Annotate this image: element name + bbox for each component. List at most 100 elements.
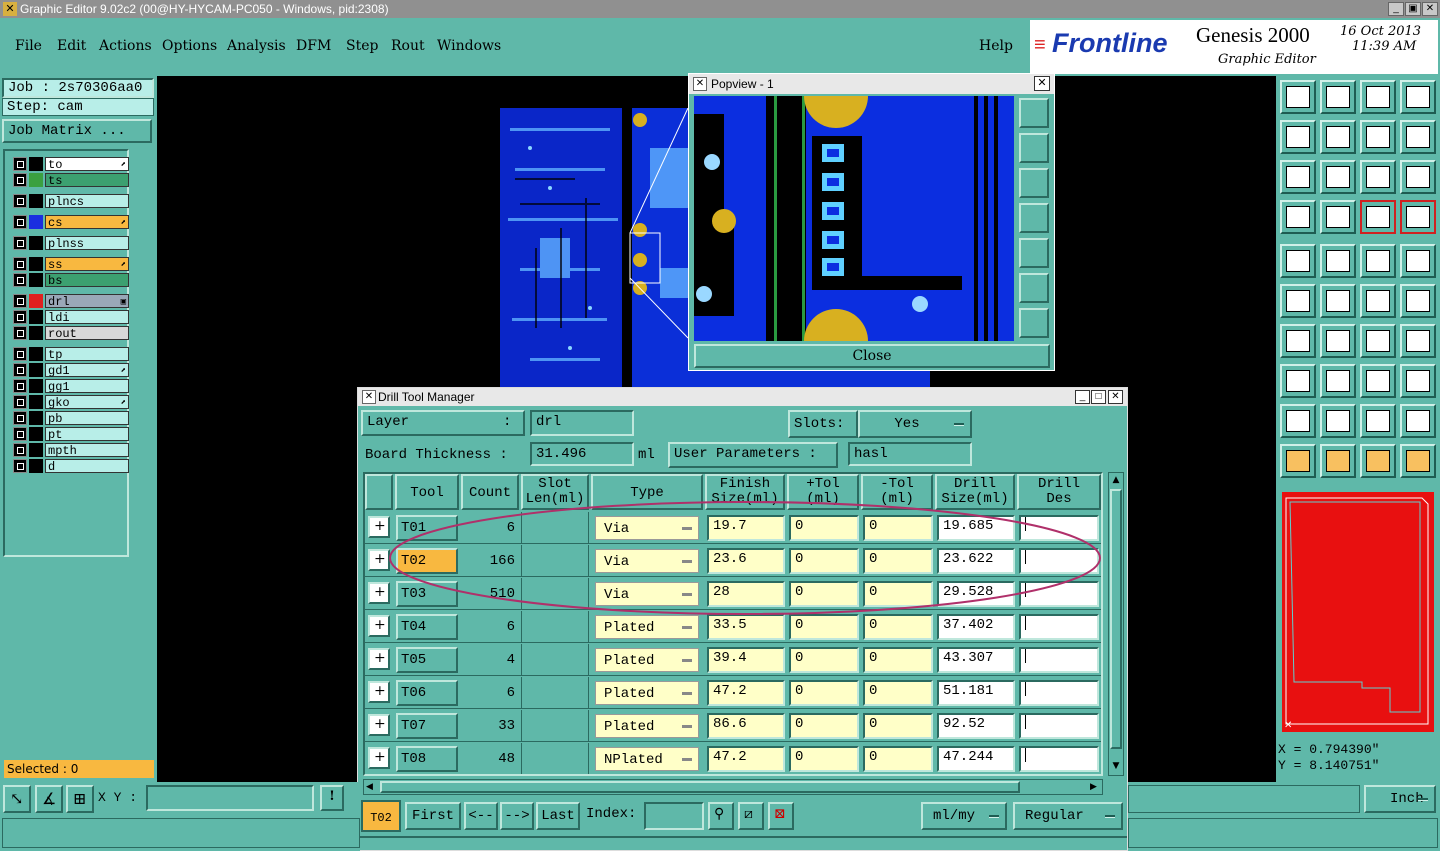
- row-select-icon[interactable]: +: [368, 747, 390, 769]
- home-icon[interactable]: [1360, 80, 1396, 114]
- menu-file[interactable]: File: [15, 38, 42, 54]
- layer-color-swatch[interactable]: [29, 310, 43, 324]
- layer-color-swatch[interactable]: [29, 257, 43, 271]
- layer-name[interactable]: ts: [45, 173, 129, 188]
- dtm-close-icon[interactable]: ✕: [1108, 390, 1123, 404]
- popview-zoom-out-icon[interactable]: [1019, 308, 1049, 338]
- alert-icon[interactable]: !: [320, 785, 344, 811]
- layer-color-swatch[interactable]: [29, 427, 43, 441]
- menu-dfm[interactable]: DFM: [296, 38, 331, 54]
- user-parameters-input[interactable]: hasl: [848, 442, 972, 466]
- scroll-left-icon[interactable]: ◀: [366, 781, 373, 793]
- drill-size-input[interactable]: 51.181: [937, 680, 1015, 706]
- flip-icon[interactable]: [1360, 120, 1396, 154]
- type-select[interactable]: Plated: [595, 681, 699, 705]
- rotate-icon[interactable]: [1400, 120, 1436, 154]
- lock-icon[interactable]: ⚲: [708, 802, 734, 830]
- tool-cell[interactable]: T06: [396, 680, 458, 706]
- popview-zoom-in-icon[interactable]: [1019, 98, 1049, 128]
- layer-checkbox[interactable]: [13, 157, 27, 171]
- angle-icon[interactable]: [1280, 324, 1316, 358]
- layer-checkbox[interactable]: [13, 347, 27, 361]
- layer-name[interactable]: mpth: [45, 443, 129, 458]
- popview-close-button[interactable]: Close: [694, 344, 1050, 368]
- layer-row-rout[interactable]: rout: [13, 326, 129, 341]
- group-icon[interactable]: [1400, 364, 1436, 398]
- xy-input[interactable]: [146, 785, 314, 811]
- dtm-minimize-icon[interactable]: _: [1075, 390, 1090, 404]
- layer-row-d[interactable]: d: [13, 459, 129, 474]
- popview-pan-down-icon[interactable]: [1019, 168, 1049, 198]
- slash-icon[interactable]: [1320, 324, 1356, 358]
- next-button[interactable]: -->: [500, 802, 534, 830]
- grid-icon[interactable]: [1320, 200, 1356, 234]
- connect-icon[interactable]: [1280, 284, 1316, 318]
- slots-select[interactable]: Yes: [858, 410, 972, 438]
- drill-size-input[interactable]: 92.52: [937, 713, 1015, 739]
- layer-color-swatch[interactable]: [29, 363, 43, 377]
- minus-tol-input[interactable]: 0: [863, 680, 933, 706]
- units-select[interactable]: ml/my: [921, 802, 1007, 830]
- window-icon[interactable]: [1400, 80, 1436, 114]
- export-icon[interactable]: [1320, 120, 1356, 154]
- mode-select[interactable]: Regular: [1013, 802, 1123, 830]
- netlist-icon[interactable]: [1360, 200, 1396, 234]
- layer-row-pt[interactable]: pt: [13, 427, 129, 442]
- overview-map[interactable]: ✕: [1280, 490, 1436, 734]
- layer-color-swatch[interactable]: [29, 294, 43, 308]
- grid-icon[interactable]: ⊞: [66, 785, 94, 813]
- measure-icon[interactable]: [1360, 364, 1396, 398]
- vertical-scrollbar[interactable]: ▲ ▼: [1108, 472, 1124, 776]
- layer-row-plnss[interactable]: plnss: [13, 236, 129, 251]
- popview-fit-icon[interactable]: [1019, 273, 1049, 303]
- plus-tol-input[interactable]: 0: [789, 647, 859, 673]
- layer-checkbox[interactable]: [13, 294, 27, 308]
- finish-size-input[interactable]: 39.4: [707, 647, 785, 673]
- layer-checkbox[interactable]: [13, 273, 27, 287]
- layer-color-swatch[interactable]: [29, 411, 43, 425]
- layer-color-swatch[interactable]: [29, 326, 43, 340]
- layer-row-ldi[interactable]: ldi: [13, 310, 129, 325]
- layer-checkbox[interactable]: [13, 236, 27, 250]
- popview-pan-up-icon[interactable]: [1019, 133, 1049, 163]
- pad-icon[interactable]: [1280, 244, 1316, 278]
- drill-des-input[interactable]: [1019, 680, 1099, 706]
- flip-text-icon[interactable]: [1400, 324, 1436, 358]
- popview-pan-left-icon[interactable]: [1019, 203, 1049, 233]
- scroll-right-icon[interactable]: ▶: [1090, 781, 1097, 793]
- user-parameters-button[interactable]: User Parameters :: [668, 442, 838, 468]
- open-icon[interactable]: [1280, 80, 1316, 114]
- drill-icon[interactable]: [1360, 284, 1396, 318]
- layer-row-ss[interactable]: ss ⬈: [13, 257, 129, 272]
- drill-move-icon[interactable]: [1400, 284, 1436, 318]
- arch-icon[interactable]: [1360, 404, 1396, 438]
- layer-name[interactable]: gko ⬈: [45, 395, 129, 410]
- layer-color-swatch[interactable]: [29, 194, 43, 208]
- tool-cell[interactable]: T05: [396, 647, 458, 673]
- netlist-compare-icon[interactable]: [1400, 200, 1436, 234]
- layer-color-swatch[interactable]: [29, 395, 43, 409]
- layer-checkbox[interactable]: [13, 215, 27, 229]
- line-icon[interactable]: [1320, 244, 1356, 278]
- layer-color-swatch[interactable]: [29, 347, 43, 361]
- layer-checkbox[interactable]: [13, 326, 27, 340]
- cross-icon[interactable]: [1320, 284, 1356, 318]
- menu-step[interactable]: Step: [346, 38, 378, 54]
- save-icon[interactable]: [1320, 80, 1356, 114]
- menu-options[interactable]: Options: [162, 38, 217, 54]
- drill-size-input[interactable]: 43.307: [937, 647, 1015, 673]
- layer-row-plncs[interactable]: plncs: [13, 194, 129, 209]
- ruler-icon[interactable]: [1360, 244, 1396, 278]
- layer-color-swatch[interactable]: [29, 379, 43, 393]
- drill-des-input[interactable]: [1019, 647, 1099, 673]
- select-shape-icon[interactable]: [1280, 364, 1316, 398]
- hscroll-thumb[interactable]: [380, 781, 1020, 793]
- layer-row-bs[interactable]: bs: [13, 273, 129, 288]
- layer-checkbox[interactable]: [13, 363, 27, 377]
- layer-name[interactable]: ss ⬈: [45, 257, 129, 272]
- popview-pan-right-icon[interactable]: [1019, 238, 1049, 268]
- layer-color-swatch[interactable]: [29, 459, 43, 473]
- layer-checkbox[interactable]: [13, 443, 27, 457]
- circle-icon[interactable]: [1400, 244, 1436, 278]
- layer-row-pb[interactable]: pb: [13, 411, 129, 426]
